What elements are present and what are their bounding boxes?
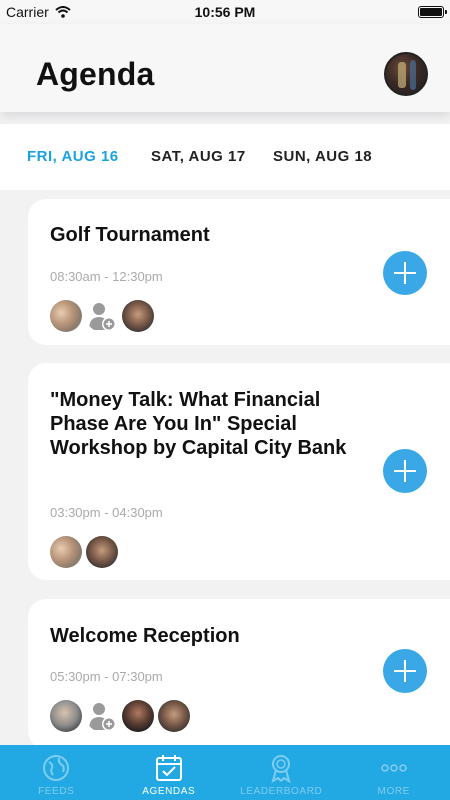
tab-label: MORE: [377, 786, 410, 797]
bottom-tab-bar: FEEDS AGENDAS LEADERBOARD MORE: [0, 745, 450, 800]
attendee-list: [50, 300, 154, 332]
event-time: 08:30am - 12:30pm: [50, 269, 163, 284]
event-time: 03:30pm - 04:30pm: [50, 505, 163, 520]
attendee-avatar[interactable]: [122, 300, 154, 332]
attendee-avatar[interactable]: [122, 700, 154, 732]
globe-icon: [43, 755, 70, 781]
add-to-agenda-button[interactable]: [383, 449, 427, 493]
attendee-avatar[interactable]: [86, 536, 118, 568]
add-to-agenda-button[interactable]: [383, 649, 427, 693]
page-header: Agenda: [0, 24, 450, 112]
event-card[interactable]: "Money Talk: What Financial Phase Are Yo…: [28, 363, 450, 580]
award-icon: [271, 755, 291, 783]
battery-icon: [418, 6, 447, 18]
tab-more[interactable]: MORE: [338, 745, 450, 800]
tab-label: LEADERBOARD: [240, 786, 323, 797]
attendee-avatar[interactable]: [158, 700, 190, 732]
attendee-placeholder-icon[interactable]: [86, 700, 118, 732]
profile-avatar[interactable]: [384, 52, 428, 96]
tab-label: AGENDAS: [142, 786, 196, 797]
event-title: Golf Tournament: [50, 224, 210, 246]
status-bar: Carrier 10:56 PM: [0, 0, 450, 24]
page-title: Agenda: [36, 56, 155, 92]
add-to-agenda-button[interactable]: [383, 251, 427, 295]
tab-feeds[interactable]: FEEDS: [0, 745, 113, 800]
attendee-placeholder-icon[interactable]: [86, 300, 118, 332]
event-card[interactable]: Welcome Reception 05:30pm - 07:30pm: [28, 599, 450, 749]
attendee-list: [50, 700, 190, 732]
event-title: Welcome Reception: [50, 625, 240, 647]
tab-leaderboard[interactable]: LEADERBOARD: [225, 745, 338, 800]
event-time: 05:30pm - 07:30pm: [50, 669, 163, 684]
event-title: "Money Talk: What Financial Phase Are Yo…: [50, 389, 347, 459]
more-dots-icon: [380, 764, 407, 772]
event-card[interactable]: Golf Tournament 08:30am - 12:30pm: [28, 199, 450, 345]
attendee-avatar[interactable]: [50, 700, 82, 732]
attendee-avatar[interactable]: [50, 536, 82, 568]
date-tab-sat[interactable]: SAT, AUG 17: [151, 148, 246, 165]
date-tab-fri[interactable]: FRI, AUG 16: [27, 148, 119, 165]
attendee-avatar[interactable]: [50, 300, 82, 332]
tab-label: FEEDS: [38, 786, 75, 797]
calendar-check-icon: [155, 755, 182, 781]
tab-agendas[interactable]: AGENDAS: [113, 745, 226, 800]
clock: 10:56 PM: [194, 4, 256, 20]
date-tab-sun[interactable]: SUN, AUG 18: [273, 148, 372, 165]
attendee-list: [50, 536, 118, 568]
date-tabs: FRI, AUG 16 SAT, AUG 17 SUN, AUG 18: [0, 124, 450, 190]
